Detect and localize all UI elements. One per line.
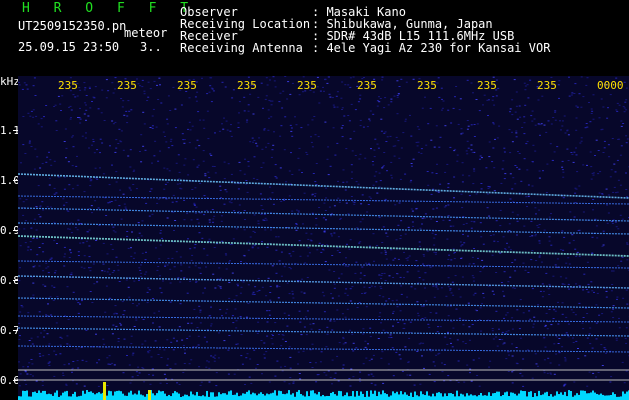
x-tick-label: 235 <box>58 79 78 92</box>
y-unit-label: kHz <box>0 75 20 88</box>
mode-label: meteor <box>124 26 168 40</box>
x-tick-label: 235 <box>477 79 497 92</box>
x-tick-label: 235 <box>537 79 557 92</box>
filename-label: UT2509152350.pn <box>18 19 127 33</box>
x-tick-label: 235 <box>297 79 317 92</box>
app-brand: H R O F F T <box>22 1 197 16</box>
antenna-value: : 4ele Yagi Az 230 for Kansai VOR <box>312 41 551 55</box>
x-tick-label: 235 <box>357 79 377 92</box>
x-tick-label: 235 <box>117 79 137 92</box>
datetime-label: 25.09.15 23:50 <box>18 40 120 54</box>
x-tick-label: 0000 <box>597 79 624 92</box>
x-tick-label: 235 <box>177 79 197 92</box>
x-tick-label: 235 <box>237 79 257 92</box>
spectrogram-plot <box>18 76 629 400</box>
antenna-label: Receiving Antenna <box>180 41 303 55</box>
count-label: 3.. <box>140 40 162 54</box>
header-panel: H R O F F T UT2509152350.pn meteor 25.09… <box>0 0 629 76</box>
x-tick-label: 235 <box>417 79 437 92</box>
